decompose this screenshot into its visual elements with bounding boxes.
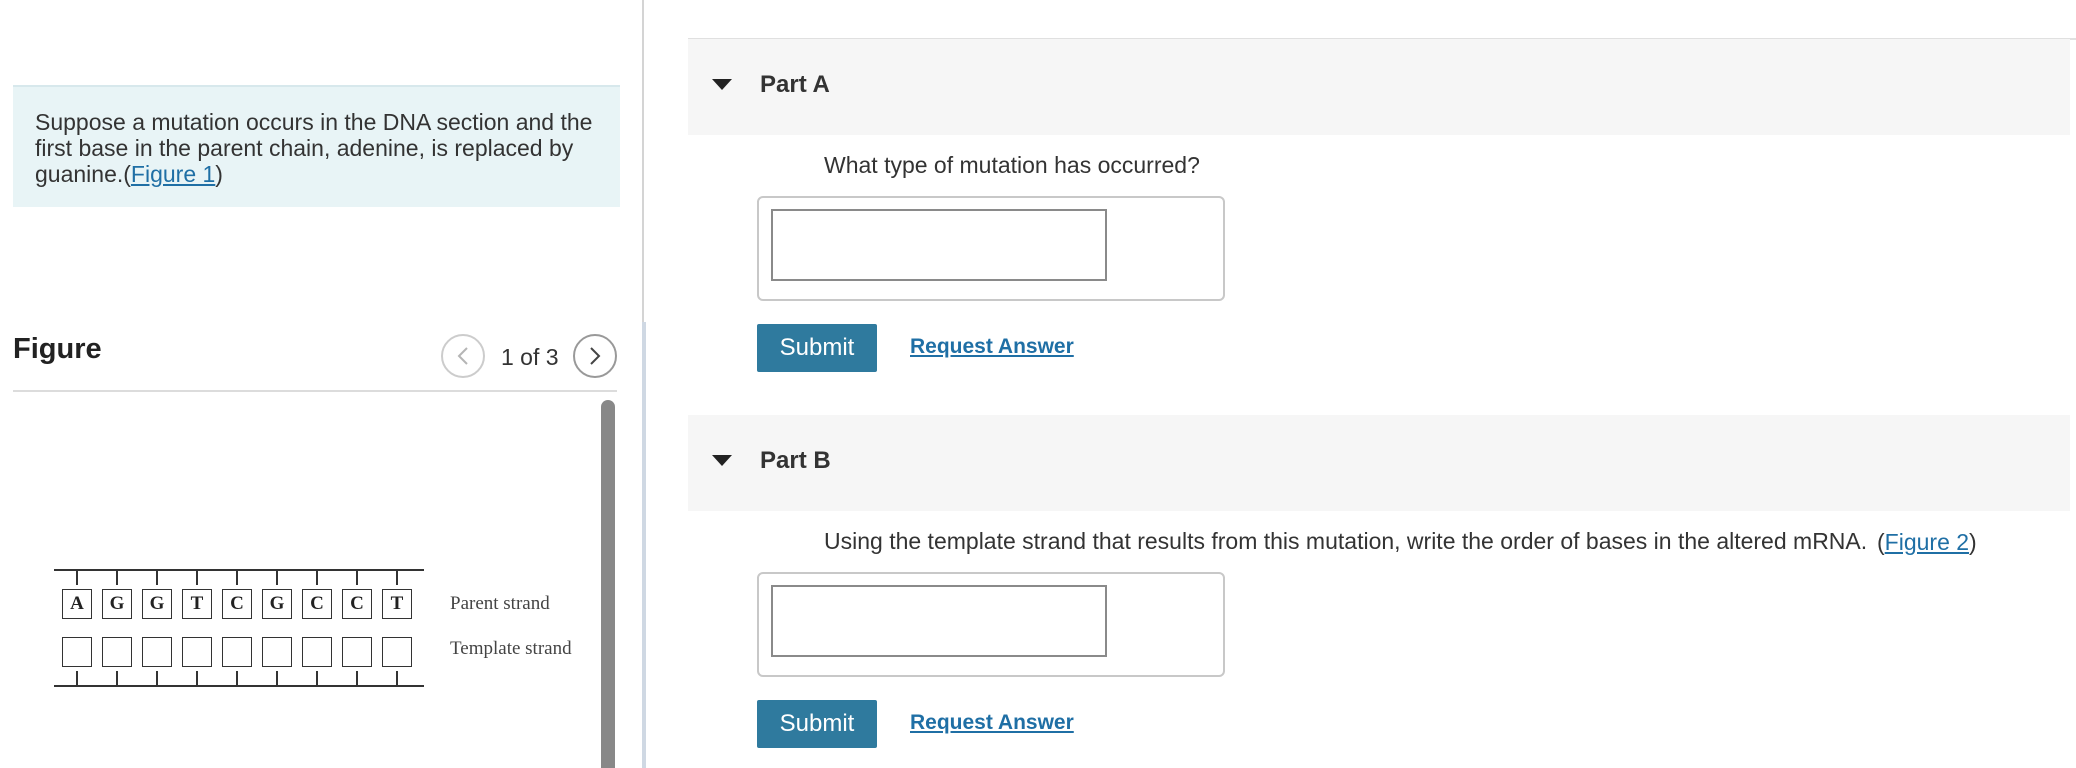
template-base-box <box>382 637 412 667</box>
template-backbone-tick <box>356 671 358 685</box>
previous-figure-button[interactable] <box>441 334 485 378</box>
caret-down-icon <box>712 79 732 90</box>
chevron-left-icon <box>457 347 468 365</box>
parent-base-box: G <box>262 589 292 619</box>
left-panel: Suppose a mutation occurs in the DNA sec… <box>0 0 640 768</box>
parent-base-box: C <box>302 589 332 619</box>
figure-scrollbar[interactable] <box>601 400 615 768</box>
parent-backbone-tick <box>396 571 398 585</box>
template-base-box <box>182 637 212 667</box>
template-backbone-tick <box>116 671 118 685</box>
problem-intro: Suppose a mutation occurs in the DNA sec… <box>13 85 620 207</box>
template-backbone-tick <box>316 671 318 685</box>
parent-backbone-tick <box>76 571 78 585</box>
parent-base-box: G <box>142 589 172 619</box>
figure-2-paren-close: ) <box>1969 529 1977 555</box>
part-a-submit-button[interactable]: Submit <box>757 324 877 372</box>
intro-figure-paren-close: ) <box>215 161 223 187</box>
template-backbone-tick <box>156 671 158 685</box>
next-figure-button[interactable] <box>573 334 617 378</box>
figure-pagination: 1 of 3 <box>501 344 559 370</box>
parent-base-box: T <box>382 589 412 619</box>
intro-figure-paren-open: ( <box>123 161 131 187</box>
parent-base-box: T <box>182 589 212 619</box>
part-b-title: Part B <box>760 447 831 474</box>
part-a-title: Part A <box>760 71 830 98</box>
caret-down-icon <box>712 455 732 466</box>
parent-backbone-tick <box>156 571 158 585</box>
part-b-answer-frame <box>757 572 1225 677</box>
template-base-box <box>342 637 372 667</box>
template-backbone-tick <box>236 671 238 685</box>
part-b-header[interactable]: Part B <box>688 415 2070 511</box>
part-a-answer-frame <box>757 196 1225 301</box>
parent-strand-label: Parent strand <box>450 593 550 614</box>
template-backbone-tick <box>76 671 78 685</box>
parent-base-box: G <box>102 589 132 619</box>
template-backbone <box>54 685 424 687</box>
parent-base-box: C <box>222 589 252 619</box>
template-base-box <box>302 637 332 667</box>
template-base-box <box>62 637 92 667</box>
template-base-box <box>262 637 292 667</box>
figure-1-link[interactable]: Figure 1 <box>131 161 215 187</box>
part-b-submit-button[interactable]: Submit <box>757 700 877 748</box>
template-base-box <box>102 637 132 667</box>
figure-2-paren-open: ( <box>1877 529 1885 555</box>
intro-text: Suppose a mutation occurs in the DNA sec… <box>35 109 593 187</box>
figure-title: Figure <box>13 333 102 365</box>
chevron-right-icon <box>590 347 601 365</box>
parent-backbone-tick <box>116 571 118 585</box>
parent-backbone-tick <box>316 571 318 585</box>
parent-base-box: A <box>62 589 92 619</box>
parent-base-box: C <box>342 589 372 619</box>
part-a-request-answer-link[interactable]: Request Answer <box>910 335 1074 359</box>
panel-divider-accent <box>642 322 646 768</box>
part-a-question: What type of mutation has occurred? <box>824 152 1200 178</box>
template-strand-label: Template strand <box>450 638 572 659</box>
parent-backbone-tick <box>356 571 358 585</box>
figure-2-link[interactable]: Figure 2 <box>1885 529 1969 555</box>
figure-header: Figure 1 of 3 <box>13 320 617 392</box>
template-backbone-tick <box>396 671 398 685</box>
parent-backbone-tick <box>196 571 198 585</box>
part-b-question: Using the template strand that results f… <box>824 528 1868 554</box>
template-base-box <box>222 637 252 667</box>
parent-backbone-tick <box>236 571 238 585</box>
part-a-answer-input[interactable] <box>771 209 1107 281</box>
template-base-box <box>142 637 172 667</box>
part-b-answer-input[interactable] <box>771 585 1107 657</box>
figure-2-reference: (Figure 2) <box>1877 529 1977 556</box>
template-backbone-tick <box>196 671 198 685</box>
parent-backbone-tick <box>276 571 278 585</box>
parent-backbone <box>54 569 424 571</box>
dna-figure: AGGTCGCCT Parent strand Template strand <box>13 400 593 768</box>
part-a-header[interactable]: Part A <box>688 39 2070 135</box>
template-backbone-tick <box>276 671 278 685</box>
part-b-request-answer-link[interactable]: Request Answer <box>910 711 1074 735</box>
